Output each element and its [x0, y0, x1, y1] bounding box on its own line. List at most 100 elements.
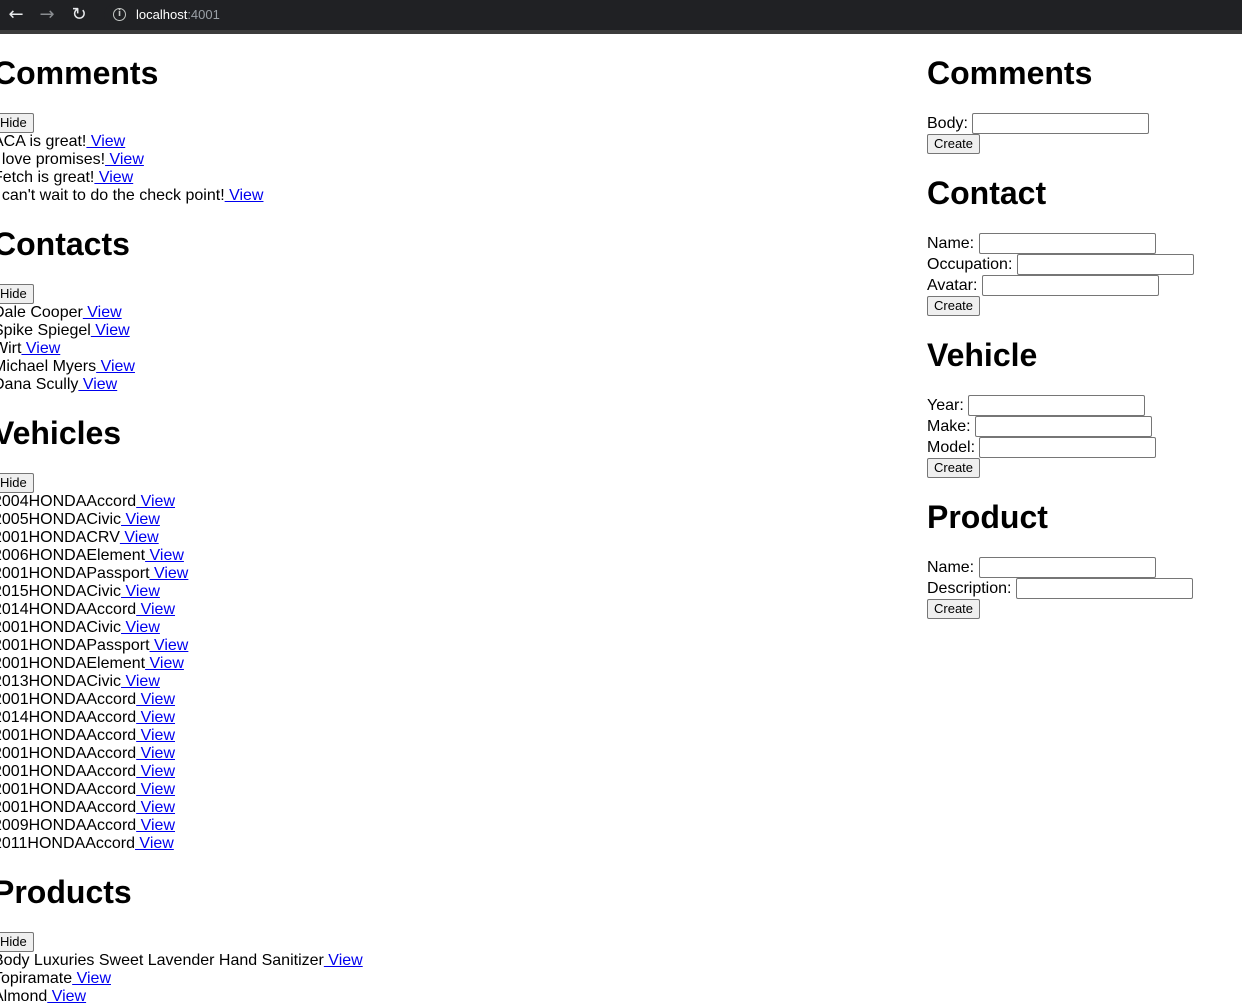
list-item-text: I love promises!	[0, 151, 106, 168]
list-item-text: 2014HONDAAccord	[0, 709, 137, 726]
view-link[interactable]: View	[135, 835, 173, 852]
contact-form: Contact Name: Occupation: Avatar: Create	[927, 175, 1227, 316]
vehicle-form: Vehicle Year: Make: Model: Create	[927, 337, 1227, 478]
list-item: 2001HONDAPassport View	[0, 637, 893, 655]
product-name-input[interactable]	[978, 557, 1156, 578]
year-input[interactable]	[968, 395, 1146, 416]
product-name-field: Name:	[927, 557, 1227, 578]
model-label: Model:	[927, 439, 976, 456]
forward-arrow-icon[interactable]: →	[36, 4, 58, 26]
list-item: 2001HONDAElement View	[0, 655, 893, 673]
list-item-text: Wirt	[0, 340, 22, 357]
list-item-text: 2013HONDACivic	[0, 673, 122, 690]
reload-icon[interactable]: ↻	[68, 4, 90, 26]
list-item-text: Spike Spiegel	[0, 322, 91, 339]
list-item-text: 2001HONDACivic	[0, 619, 122, 636]
view-link[interactable]: View	[225, 187, 263, 204]
view-link[interactable]: View	[121, 583, 159, 600]
view-link[interactable]: View	[96, 358, 135, 375]
view-link[interactable]: View	[121, 511, 159, 528]
vehicles-list: 2004HONDAAccord View 2005HONDACivic View 2…	[0, 493, 893, 853]
description-input[interactable]	[1015, 578, 1193, 599]
body-input[interactable]	[972, 113, 1150, 134]
contact-name-label: Name:	[927, 235, 975, 252]
list-item-text: Almond	[0, 988, 48, 1005]
avatar-field: Avatar:	[927, 275, 1227, 296]
create-comment-button[interactable]: Create	[927, 134, 981, 154]
view-link[interactable]: View	[120, 529, 158, 546]
list-item: Dana Scully View	[0, 376, 893, 394]
hide-products-button[interactable]: Hide	[0, 932, 34, 952]
contact-name-field: Name:	[927, 233, 1227, 254]
comments-section: Comments Hide ACA is great! View I love p…	[0, 55, 893, 205]
model-input[interactable]	[979, 437, 1157, 458]
view-link[interactable]: View	[83, 304, 121, 321]
view-link[interactable]: View	[136, 745, 175, 762]
hide-contacts-button[interactable]: Hide	[0, 284, 34, 304]
view-link[interactable]: View	[121, 673, 159, 690]
list-item-text: 2015HONDACivic	[0, 583, 122, 600]
view-link[interactable]: View	[150, 637, 188, 654]
back-arrow-icon[interactable]: ←	[5, 4, 27, 26]
address-bar[interactable]: i localhost:4001	[104, 4, 1242, 26]
model-field: Model:	[927, 437, 1227, 458]
list-item: I can't wait to do the check point! View	[0, 187, 893, 205]
products-heading: Products	[0, 874, 132, 910]
comment-form: Comments Body: Create	[927, 55, 1227, 154]
view-link[interactable]: View	[136, 709, 175, 726]
view-link[interactable]: View	[145, 655, 184, 672]
create-product-button[interactable]: Create	[927, 599, 981, 619]
view-link[interactable]: View	[136, 601, 175, 618]
list-item-text: 2014HONDAAccord	[0, 601, 137, 618]
view-link[interactable]: View	[136, 817, 175, 834]
view-link[interactable]: View	[136, 763, 175, 780]
view-link[interactable]: View	[136, 799, 175, 816]
url-text[interactable]: localhost:4001	[136, 7, 220, 23]
list-item: Michael Myers View	[0, 358, 893, 376]
body-label: Body:	[927, 115, 968, 132]
view-link[interactable]: View	[21, 340, 60, 357]
view-link[interactable]: View	[150, 565, 188, 582]
list-item-text: 2004HONDAAccord	[0, 493, 137, 510]
view-link[interactable]: View	[136, 493, 175, 510]
view-link[interactable]: View	[94, 169, 133, 186]
products-list: Body Luxuries Sweet Lavender Hand Saniti…	[0, 952, 893, 1006]
contact-name-input[interactable]	[978, 233, 1156, 254]
vehicles-heading: Vehicles	[0, 415, 122, 451]
hide-vehicles-button[interactable]: Hide	[0, 473, 34, 493]
list-item-text: 2001HONDAAccord	[0, 763, 137, 780]
view-link[interactable]: View	[136, 781, 175, 798]
view-link[interactable]: View	[47, 988, 86, 1005]
avatar-input[interactable]	[981, 275, 1159, 296]
view-link[interactable]: View	[145, 547, 184, 564]
url-port: :4001	[187, 7, 220, 22]
list-item: 2001HONDAPassport View	[0, 565, 893, 583]
make-input[interactable]	[975, 416, 1153, 437]
occupation-input[interactable]	[1016, 254, 1194, 275]
list-item-text: 2001HONDAAccord	[0, 691, 137, 708]
create-vehicle-button[interactable]: Create	[927, 458, 981, 478]
list-item-text: 2001HONDAPassport	[0, 565, 150, 582]
year-label: Year:	[927, 397, 964, 414]
browser-toolbar: ← → ↻ i localhost:4001	[0, 0, 1242, 34]
view-link[interactable]: View	[91, 322, 129, 339]
contact-form-heading: Contact	[927, 175, 1047, 211]
forms-column: Comments Body: Create Contact Name: Occu…	[927, 34, 1227, 619]
view-link[interactable]: View	[136, 691, 175, 708]
list-item: 2004HONDAAccord View	[0, 493, 893, 511]
view-link[interactable]: View	[121, 619, 159, 636]
view-link[interactable]: View	[105, 151, 143, 168]
list-item: Fetch is great! View	[0, 169, 893, 187]
view-link[interactable]: View	[136, 727, 175, 744]
hide-comments-button[interactable]: Hide	[0, 113, 34, 133]
view-link[interactable]: View	[72, 970, 111, 987]
view-link[interactable]: View	[78, 376, 117, 393]
view-link[interactable]: View	[86, 133, 125, 150]
view-link[interactable]: View	[324, 952, 362, 969]
info-icon[interactable]: i	[113, 8, 126, 21]
list-item: ACA is great! View	[0, 133, 893, 151]
contacts-heading: Contacts	[0, 226, 130, 262]
list-item: 2014HONDAAccord View	[0, 601, 893, 619]
create-contact-button[interactable]: Create	[927, 296, 981, 316]
make-label: Make:	[927, 418, 971, 435]
